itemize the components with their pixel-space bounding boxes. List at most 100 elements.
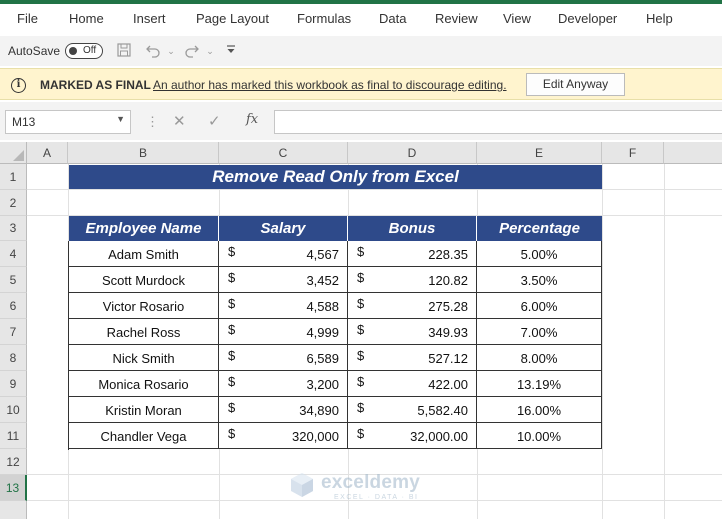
cell-bonus[interactable]: $527.12 xyxy=(348,345,477,371)
cell-salary[interactable]: $4,567 xyxy=(219,241,348,267)
select-all-corner[interactable] xyxy=(0,142,27,164)
marked-as-final-bar: i MARKED AS FINAL An author has marked t… xyxy=(0,68,722,100)
cell-bonus[interactable]: $349.93 xyxy=(348,319,477,345)
undo-dropdown-icon[interactable]: ⌄ xyxy=(162,42,180,60)
cell-salary[interactable]: $3,200 xyxy=(219,371,348,397)
column-header-a[interactable]: A xyxy=(27,142,68,164)
cell-bonus[interactable]: $5,582.40 xyxy=(348,397,477,423)
vertical-dots-icon: ⋮ xyxy=(146,114,159,129)
row-header-6[interactable]: 6 xyxy=(0,293,27,319)
row-header-3[interactable]: 3 xyxy=(0,216,27,241)
cell-percentage-value: 8.00% xyxy=(520,351,558,366)
tab-help[interactable]: Help xyxy=(646,11,673,26)
tab-view[interactable]: View xyxy=(503,11,531,26)
cell-percentage-value: 10.00% xyxy=(516,429,562,444)
row-header-13[interactable]: 13 xyxy=(0,475,27,501)
name-box[interactable]: M13 ▼ xyxy=(5,110,131,134)
cell-percentage[interactable]: 10.00% xyxy=(477,423,602,449)
undo-icon[interactable] xyxy=(144,42,162,60)
row-header-1[interactable]: 1 xyxy=(0,164,27,190)
cell-percentage-value: 3.50% xyxy=(520,273,558,288)
row-header-10[interactable]: 10 xyxy=(0,397,27,423)
cell-salary[interactable]: $320,000 xyxy=(219,423,348,449)
cell-salary[interactable]: $4,999 xyxy=(219,319,348,345)
currency-symbol: $ xyxy=(357,374,365,389)
cell-employee-name[interactable]: Kristin Moran xyxy=(69,397,219,423)
cell-employee-name[interactable]: Monica Rosario xyxy=(69,371,219,397)
cell-percentage[interactable]: 8.00% xyxy=(477,345,602,371)
customize-icon[interactable] xyxy=(222,42,240,60)
cell-bonus-value: 275.28 xyxy=(428,299,468,314)
autosave-label: AutoSave xyxy=(8,44,61,58)
redo-icon[interactable] xyxy=(183,42,201,60)
chevron-down-icon[interactable]: ▼ xyxy=(116,114,125,124)
cell-percentage[interactable]: 6.00% xyxy=(477,293,602,319)
column-header-b[interactable]: B xyxy=(68,142,219,164)
tab-insert[interactable]: Insert xyxy=(133,11,166,26)
redo-dropdown-icon[interactable]: ⌄ xyxy=(201,42,219,60)
worksheet-grid[interactable]: A B C D E F 1 2 3 4 5 6 7 8 9 10 11 12 1… xyxy=(0,142,722,519)
currency-symbol: $ xyxy=(357,322,365,337)
tab-home[interactable]: Home xyxy=(69,11,104,26)
cell-bonus[interactable]: $228.35 xyxy=(348,241,477,267)
cell-salary-value: 3,452 xyxy=(306,273,339,288)
cell-percentage[interactable]: 7.00% xyxy=(477,319,602,345)
header-salary[interactable]: Salary xyxy=(219,216,348,241)
enter-icon[interactable]: ✓ xyxy=(208,112,221,130)
formula-input[interactable] xyxy=(274,110,722,134)
tab-review[interactable]: Review xyxy=(435,11,478,26)
cell-percentage[interactable]: 13.19% xyxy=(477,371,602,397)
row-header-4[interactable]: 4 xyxy=(0,241,27,267)
cancel-icon[interactable]: ✕ xyxy=(173,112,186,130)
cell-percentage[interactable]: 16.00% xyxy=(477,397,602,423)
cell-employee-name[interactable]: Adam Smith xyxy=(69,241,219,267)
quick-access-toolbar: AutoSave Off ⌄ ⌄ xyxy=(0,36,722,66)
column-header-e[interactable]: E xyxy=(477,142,602,164)
cell-salary-value: 320,000 xyxy=(292,429,339,444)
cell-percentage[interactable]: 3.50% xyxy=(477,267,602,293)
cell-percentage[interactable]: 5.00% xyxy=(477,241,602,267)
cell-employee-name[interactable]: Chandler Vega xyxy=(69,423,219,449)
cell-employee-name-value: Rachel Ross xyxy=(106,325,181,340)
cell-employee-name[interactable]: Victor Rosario xyxy=(69,293,219,319)
cell-bonus[interactable]: $275.28 xyxy=(348,293,477,319)
currency-symbol: $ xyxy=(228,296,236,311)
row-header-11[interactable]: 11 xyxy=(0,423,27,449)
cell-salary[interactable]: $3,452 xyxy=(219,267,348,293)
cell-bonus[interactable]: $120.82 xyxy=(348,267,477,293)
save-icon[interactable] xyxy=(115,42,133,60)
header-percentage[interactable]: Percentage xyxy=(477,216,602,241)
column-header-f[interactable]: F xyxy=(602,142,664,164)
cell-employee-name[interactable]: Scott Murdock xyxy=(69,267,219,293)
sheet-title[interactable]: Remove Read Only from Excel xyxy=(69,165,602,189)
edit-anyway-button[interactable]: Edit Anyway xyxy=(526,73,625,96)
cell-employee-name[interactable]: Rachel Ross xyxy=(69,319,219,345)
cell-bonus[interactable]: $32,000.00 xyxy=(348,423,477,449)
message-description[interactable]: An author has marked this workbook as fi… xyxy=(153,78,507,92)
insert-function-icon[interactable]: fx xyxy=(246,112,258,127)
cell-salary[interactable]: $6,589 xyxy=(219,345,348,371)
cell-salary[interactable]: $34,890 xyxy=(219,397,348,423)
row-header-8[interactable]: 8 xyxy=(0,345,27,371)
row-header-2[interactable]: 2 xyxy=(0,190,27,216)
tab-formulas[interactable]: Formulas xyxy=(297,11,351,26)
row-header-5[interactable]: 5 xyxy=(0,267,27,293)
cell-salary[interactable]: $4,588 xyxy=(219,293,348,319)
autosave-toggle[interactable]: Off xyxy=(65,43,103,59)
header-bonus[interactable]: Bonus xyxy=(348,216,477,241)
row-header-9[interactable]: 9 xyxy=(0,371,27,397)
column-header-c[interactable]: C xyxy=(219,142,348,164)
header-employee-name[interactable]: Employee Name xyxy=(69,216,219,241)
cell-employee-name[interactable]: Nick Smith xyxy=(69,345,219,371)
gridline xyxy=(664,164,665,519)
tab-data[interactable]: Data xyxy=(379,11,406,26)
cell-bonus[interactable]: $422.00 xyxy=(348,371,477,397)
column-header-d[interactable]: D xyxy=(348,142,477,164)
row-header-12[interactable]: 12 xyxy=(0,449,27,475)
tab-file[interactable]: File xyxy=(17,11,38,26)
cell-salary-value: 34,890 xyxy=(299,403,339,418)
tab-developer[interactable]: Developer xyxy=(558,11,617,26)
tab-page-layout[interactable]: Page Layout xyxy=(196,11,269,26)
cell-employee-name-value: Scott Murdock xyxy=(101,273,186,288)
row-header-7[interactable]: 7 xyxy=(0,319,27,345)
